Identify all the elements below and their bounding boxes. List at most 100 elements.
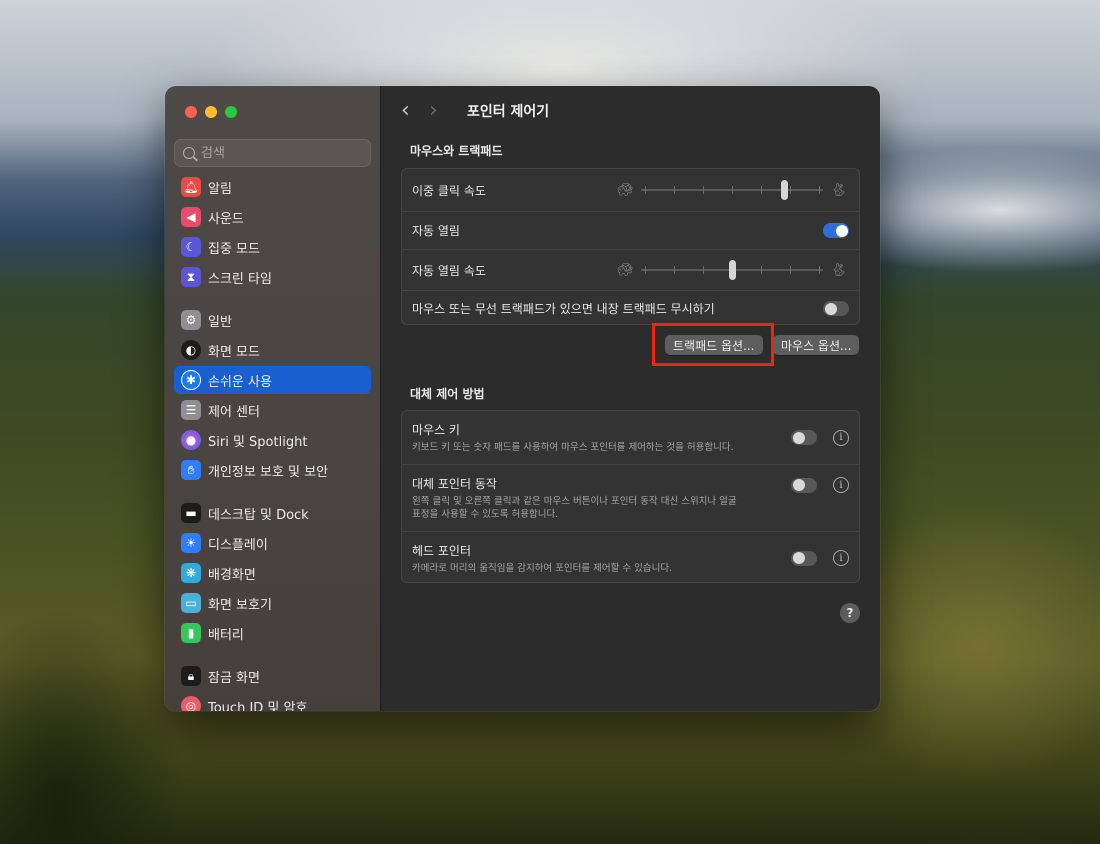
double-click-slider[interactable]: 🐢︎ 🐇︎ <box>615 180 849 200</box>
head-pointer-row: 헤드 포인터 카메라로 머리의 움직임을 감지하여 포인터를 제어할 수 있습니… <box>402 531 859 584</box>
zoom-button[interactable] <box>225 106 237 118</box>
sidebar-item-appearance[interactable]: ◐ 화면 모드 <box>174 336 371 364</box>
page-title: 포인터 제어기 <box>467 104 550 120</box>
mouse-keys-controls: i <box>791 429 849 446</box>
slider-tick <box>790 266 791 274</box>
head-pointer-description: 카메라로 머리의 움직임을 감지하여 포인터를 제어할 수 있습니다. <box>412 562 673 574</box>
back-button[interactable]: ‹ <box>401 100 429 122</box>
sidebar-item-sound[interactable]: ◀︎ 사운드 <box>174 203 371 231</box>
sidebar-item-notifications[interactable]: 🔔︎ 알림 <box>174 173 371 201</box>
mouse-keys-label: 마우스 키 <box>412 423 460 437</box>
slider-tick <box>674 186 675 194</box>
flower-icon: ❋ <box>181 563 201 583</box>
double-click-label: 이중 클릭 속도 <box>412 183 486 198</box>
accessibility-icon: ✱ <box>181 370 201 390</box>
turtle-icon: 🐢︎ <box>616 182 634 198</box>
slider-tick <box>732 186 733 194</box>
rabbit-icon: 🐇︎ <box>830 182 848 198</box>
help-button[interactable]: ? <box>840 603 860 623</box>
sidebar-item-displays[interactable]: ☀︎ 디스플레이 <box>174 529 371 557</box>
sidebar-item-general[interactable]: ⚙︎ 일반 <box>174 306 371 334</box>
spring-loading-row: 자동 열림 <box>402 211 859 249</box>
spring-speed-track[interactable] <box>641 260 823 280</box>
slider-tick <box>645 266 646 274</box>
slider-tick <box>819 186 820 194</box>
alt-pointer-description-line1: 왼쪽 클릭 및 오른쪽 클릭과 같은 마우스 버튼이나 포인터 동작 대신 스위… <box>412 496 737 507</box>
close-button[interactable] <box>185 106 197 118</box>
sidebar-item-control-center[interactable]: ☰ 제어 센터 <box>174 396 371 424</box>
sidebar-item-screen-time[interactable]: ⧗ 스크린 타임 <box>174 263 371 291</box>
sidebar-item-desktop-dock[interactable]: ▬ 데스크탑 및 Dock <box>174 499 371 527</box>
slider-tick <box>790 186 791 194</box>
ignore-builtin-toggle[interactable] <box>823 301 849 316</box>
search-input[interactable] <box>201 145 351 161</box>
slider-thumb[interactable] <box>729 260 736 280</box>
alt-pointer-label: 대체 포인터 동작 <box>412 477 497 491</box>
sidebar-item-focus[interactable]: ☾ 집중 모드 <box>174 233 371 261</box>
sidebar-item-privacy-security[interactable]: ✋︎ 개인정보 보호 및 보안 <box>174 456 371 484</box>
mouse-keys-toggle[interactable] <box>791 430 817 445</box>
head-pointer-toggle[interactable] <box>791 550 817 566</box>
ignore-builtin-row: 마우스 또는 무선 트랙패드가 있으면 내장 트랙패드 무시하기 <box>402 290 859 326</box>
head-pointer-label: 헤드 포인터 <box>412 543 472 558</box>
head-pointer-controls: i <box>791 550 849 566</box>
sidebar-item-label: 알림 <box>208 181 232 197</box>
alt-pointer-description-line2: 표정을 사용할 수 있도록 허용합니다. <box>412 509 559 520</box>
sidebar-item-screen-saver[interactable]: ▭ 화면 보호기 <box>174 589 371 617</box>
mouse-keys-text: 마우스 키 키보드 키 또는 숫자 패드를 사용하여 마우스 포인터를 제어하는… <box>412 421 734 454</box>
sidebar-item-label: 배터리 <box>208 627 244 643</box>
info-icon[interactable]: i <box>833 429 849 446</box>
control-center-icon: ☰ <box>181 400 201 420</box>
trackpad-options-button[interactable]: 트랙패드 옵션... <box>665 335 763 355</box>
sidebar-item-battery[interactable]: ▮ 배터리 <box>174 619 371 647</box>
siri-icon: ● <box>181 430 201 450</box>
speaker-icon: ◀︎ <box>181 207 201 227</box>
alt-pointer-text: 대체 포인터 동작 왼쪽 클릭 및 오른쪽 클릭과 같은 마우스 버튼이나 포인… <box>412 475 737 521</box>
sidebar-item-siri-spotlight[interactable]: ● Siri 및 Spotlight <box>174 426 371 454</box>
ignore-builtin-label: 마우스 또는 무선 트랙패드가 있으면 내장 트랙패드 무시하기 <box>412 302 715 316</box>
slider-tick <box>703 186 704 194</box>
toolbar: ‹ › 포인터 제어기 <box>401 100 549 122</box>
slider-tick <box>645 186 646 194</box>
sidebar-item-touch-id[interactable]: ◎ Touch ID 및 암호 <box>174 692 371 711</box>
sidebar-item-label: 스크린 타임 <box>208 271 272 287</box>
gear-icon: ⚙︎ <box>181 310 201 330</box>
alt-pointer-row: 대체 포인터 동작 왼쪽 클릭 및 오른쪽 클릭과 같은 마우스 버튼이나 포인… <box>402 464 859 531</box>
spring-speed-row: 자동 열림 속도 🐢︎ 🐇︎ <box>402 249 859 290</box>
spring-loading-label: 자동 열림 <box>412 224 460 238</box>
alternate-control-group: 마우스 키 키보드 키 또는 숫자 패드를 사용하여 마우스 포인터를 제어하는… <box>401 410 860 583</box>
bell-icon: 🔔︎ <box>181 177 201 197</box>
turtle-icon: 🐢︎ <box>616 262 634 278</box>
sidebar-item-lock-screen[interactable]: 🔒︎ 잠금 화면 <box>174 662 371 690</box>
mouse-trackpad-group: 이중 클릭 속도 🐢︎ 🐇︎ 자동 열림 자동 열림 속도 🐢︎ 🐇︎ 마우스 … <box>401 168 860 325</box>
sidebar-item-label: 디스플레이 <box>208 537 268 553</box>
spring-loading-toggle[interactable] <box>823 223 849 238</box>
slider-tick <box>674 266 675 274</box>
sidebar-item-label: 데스크탑 및 Dock <box>208 507 309 523</box>
sidebar-item-accessibility[interactable]: ✱ 손쉬운 사용 <box>174 366 371 394</box>
lock-icon: 🔒︎ <box>181 666 201 686</box>
sidebar-item-label: 집중 모드 <box>208 241 260 257</box>
info-icon[interactable]: i <box>833 550 849 566</box>
sidebar-item-wallpaper[interactable]: ❋ 배경화면 <box>174 559 371 587</box>
sidebar-item-label: 손쉬운 사용 <box>208 374 272 390</box>
sidebar-item-label: 배경화면 <box>208 567 256 583</box>
search-icon <box>183 147 195 159</box>
screensaver-icon: ▭ <box>181 593 201 613</box>
slider-thumb[interactable] <box>781 180 789 200</box>
sidebar-item-label: 제어 센터 <box>208 404 260 420</box>
moon-icon: ☾ <box>181 237 201 257</box>
minimize-button[interactable] <box>205 106 217 118</box>
mouse-options-button[interactable]: 마우스 옵션... <box>773 335 860 355</box>
info-icon[interactable]: i <box>833 477 849 493</box>
spring-speed-slider[interactable]: 🐢︎ 🐇︎ <box>615 260 849 280</box>
alt-pointer-toggle[interactable] <box>791 477 817 493</box>
search-field[interactable] <box>174 139 371 167</box>
spring-speed-label: 자동 열림 속도 <box>412 263 486 278</box>
double-click-track[interactable] <box>641 180 823 200</box>
appearance-icon: ◐ <box>181 340 201 360</box>
sidebar-item-label: Siri 및 Spotlight <box>208 434 308 450</box>
sidebar-item-label: 사운드 <box>208 211 244 227</box>
forward-button[interactable]: › <box>429 100 457 122</box>
sidebar-item-label: 화면 보호기 <box>208 597 272 613</box>
